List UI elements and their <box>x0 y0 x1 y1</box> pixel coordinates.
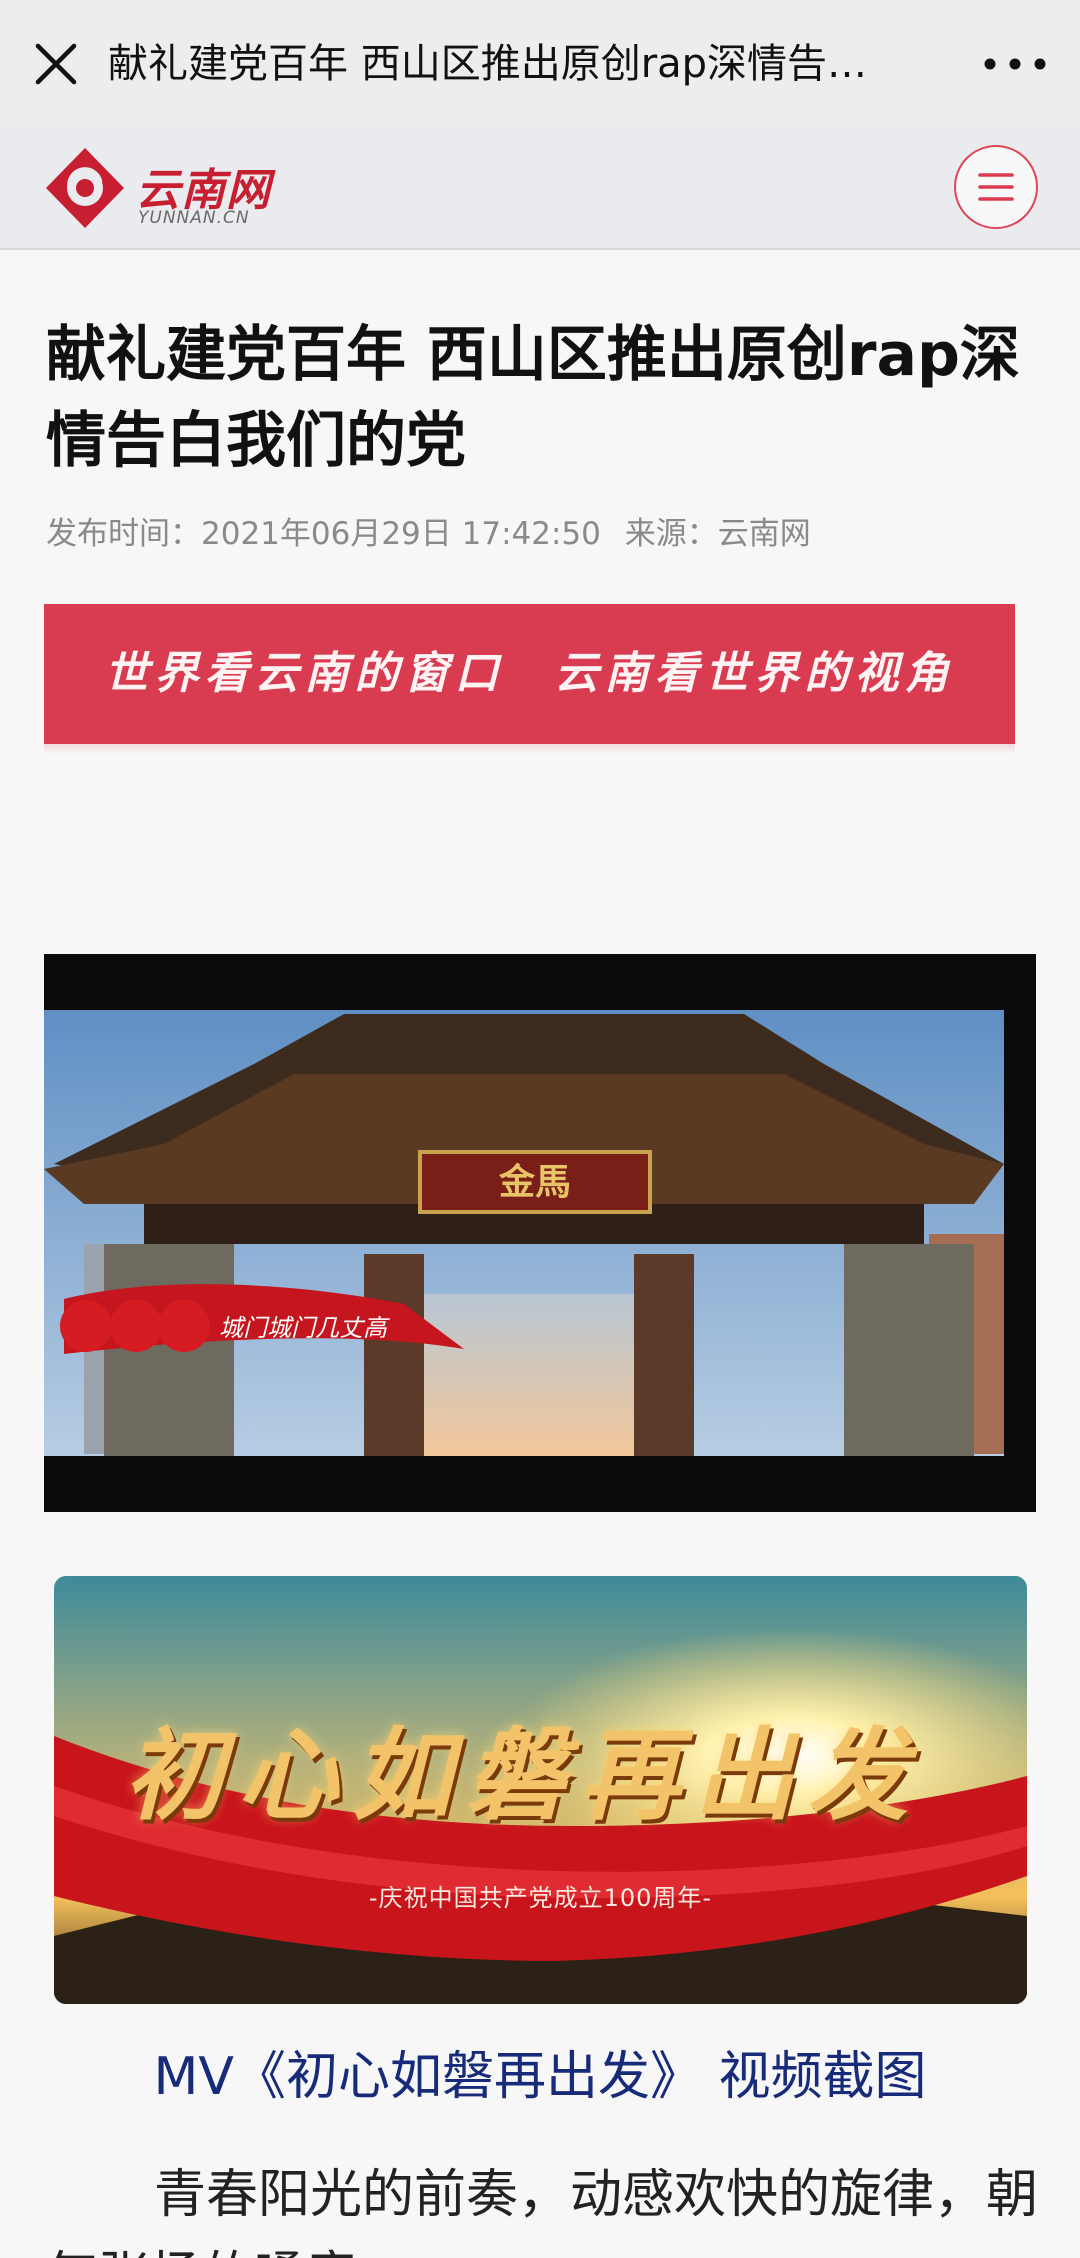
gate-plaque: 金馬 <box>498 1161 571 1203</box>
slogan-banner: 世界看云南的窗口 云南看世界的视角 <box>44 604 1015 744</box>
more-dots-icon[interactable] <box>980 44 1050 84</box>
webview-title: 献礼建党百年 西山区推出原创rap深情告… <box>108 41 868 87</box>
gate-scene: 金馬 城门城门几丈高 <box>44 1010 1004 1456</box>
image-caption: MV《初心如磐再出发》 视频截图 <box>153 2047 927 2107</box>
yunnan-logo-icon <box>46 148 124 228</box>
source-label: 来源：云南网 <box>624 516 811 552</box>
article-meta: 发布时间：2021年06月29日 17:42:50 来源：云南网 <box>46 508 825 553</box>
slogan-shadow <box>44 744 1015 754</box>
hamburger-menu-icon <box>978 173 1014 201</box>
slogan-text: 世界看云南的窗口 云南看世界的视角 <box>104 648 955 699</box>
logo-subtitle: YUNNAN.CN <box>138 208 250 228</box>
video-frame-image[interactable]: 金馬 城门城门几丈高 <box>44 954 1036 1512</box>
site-header: 云南网 YUNNAN.CN <box>0 128 1080 250</box>
menu-button[interactable] <box>954 145 1038 229</box>
webview-top-bar: 献礼建党百年 西山区推出原创rap深情告… <box>0 0 1080 128</box>
banner-subtitle: -庆祝中国共产党成立100周年- <box>368 1884 713 1912</box>
article-paragraph: 青春阳光的前奏，动感欢快的旋律，朝气张扬的嗓音 <box>46 2165 1039 2258</box>
article-title: 献礼建党百年 西山区推出原创rap深情告白我们的党 <box>46 320 1020 476</box>
banner-title: 初心如磐再出发 <box>124 1716 922 1834</box>
ribbon-text: 城门城门几丈高 <box>219 1314 390 1342</box>
publish-label: 发布时间：2021年06月29日 17:42:50 <box>46 516 601 552</box>
site-logo[interactable]: 云南网 YUNNAN.CN <box>40 142 290 234</box>
close-icon[interactable] <box>28 36 84 92</box>
mv-cover-image[interactable]: 初心如磐再出发 -庆祝中国共产党成立100周年- <box>54 1576 1027 2004</box>
